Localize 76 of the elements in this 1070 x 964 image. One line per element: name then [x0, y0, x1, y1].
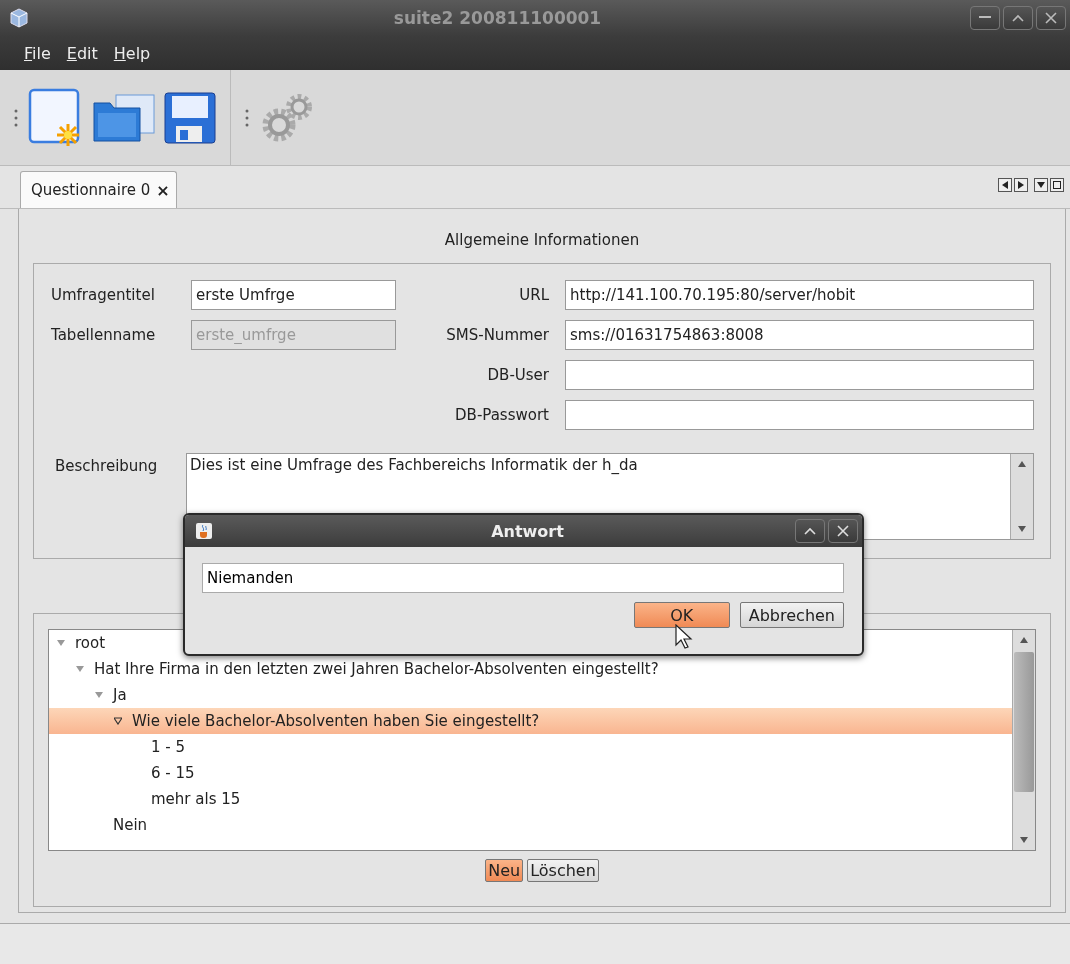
tab-label: Questionnaire 0	[31, 181, 151, 199]
field-label: DB-User	[486, 366, 550, 384]
scrollbar[interactable]	[1012, 630, 1035, 850]
tree-node-label: Wie viele Bachelor-Absolventen haben Sie eingestellt?	[132, 712, 540, 730]
tree-row[interactable]: 1 - 5	[49, 734, 1012, 760]
up-arrow-icon[interactable]	[1019, 635, 1029, 645]
tree-node-label: mehr als 15	[151, 790, 241, 808]
down-arrow-icon	[1037, 182, 1045, 188]
tree-row[interactable]: Ja	[49, 682, 1012, 708]
tree-node-label: Nein	[113, 816, 148, 834]
tree-node-label: 1 - 5	[151, 738, 186, 756]
tree-row[interactable]: Nein	[49, 812, 1012, 838]
tree-row[interactable]: root	[49, 630, 1012, 656]
close-button[interactable]	[1036, 6, 1066, 30]
tree-row[interactable]: mehr als 15	[49, 786, 1012, 812]
minimize-button[interactable]	[970, 6, 1000, 30]
text-field[interactable]: http://141.100.70.195:80/server/hobit	[565, 280, 1034, 310]
tree-node-label: Ja	[113, 686, 127, 704]
cube-icon	[10, 8, 28, 28]
field-label: Umfragentitel	[51, 286, 156, 304]
toolbar-grip-icon[interactable]	[245, 107, 249, 128]
selected-tree-row[interactable]: Wie viele Bachelor-Absolventen haben Sie eingestellt?	[49, 708, 1012, 734]
text-field[interactable]: sms://01631754863:8008	[565, 320, 1034, 350]
dialog-button[interactable]: Abbrechen	[739, 602, 844, 628]
text-field[interactable]	[565, 360, 1034, 390]
right-arrow-icon	[1018, 181, 1024, 189]
maximize-icon	[804, 527, 816, 535]
field-label: DB-Passwort	[454, 406, 550, 424]
maximize-icon	[1012, 14, 1024, 22]
menu-item[interactable]: Help	[113, 43, 151, 63]
menu-item[interactable]: Edit	[66, 43, 98, 63]
menu-item[interactable]: File	[24, 43, 51, 63]
minimize-icon	[979, 16, 991, 20]
close-icon	[837, 525, 849, 537]
open-folder-button[interactable]	[92, 92, 156, 143]
text-field[interactable]: erste Umfrge	[191, 280, 396, 310]
expanded-arrow-icon[interactable]	[114, 717, 122, 725]
button[interactable]: Löschen	[527, 859, 599, 882]
down-arrow-icon[interactable]	[1017, 524, 1027, 534]
maximize-button[interactable]	[795, 519, 825, 543]
maximize-panel-button[interactable]	[1050, 178, 1064, 192]
dialog-title: Antwort	[490, 521, 565, 541]
field-label: URL	[518, 286, 550, 304]
tree-node-label: Hat Ihre Firma in den letzten zwei Jahren Bachelor-Absolventen eingestellt?	[94, 660, 659, 678]
question-tree[interactable]: root Hat Ihre Firma in den letzten zwei Jahren Bachelor-Absolventen eingestellt? Ja Wie viele Bachelor-Absolventen haben Sie eingestellt? 1 - 5 6 - 15 mehr als 15 Nein	[48, 629, 1036, 851]
down-arrow-icon[interactable]	[1019, 835, 1029, 845]
tree-node-label: root	[75, 634, 106, 652]
button[interactable]: Neu	[485, 859, 524, 882]
tree-row[interactable]: Hat Ihre Firma in den letzten zwei Jahren Bachelor-Absolventen eingestellt?	[49, 656, 1012, 682]
maximize-button[interactable]	[1003, 6, 1033, 30]
close-icon	[1045, 12, 1057, 24]
tab-close-button[interactable]: ×	[156, 180, 170, 200]
tree-row[interactable]: 6 - 15	[49, 760, 1012, 786]
tab[interactable]: Questionnaire 0 ×	[20, 171, 177, 208]
scrollbar[interactable]	[1010, 454, 1033, 539]
java-cup-icon	[195, 522, 213, 540]
folder-icon	[92, 92, 156, 143]
text-field[interactable]	[565, 400, 1034, 430]
field-label: Beschreibung	[54, 456, 159, 477]
window-title: suite2 200811100001	[392, 8, 603, 28]
tab-list-button[interactable]	[1034, 178, 1048, 192]
save-button[interactable]	[164, 91, 216, 144]
square-icon	[1053, 181, 1061, 189]
mouse-pointer-icon	[675, 624, 693, 650]
scroll-right-button[interactable]	[1014, 178, 1028, 192]
field-label: Tabellenname	[51, 326, 157, 344]
scroll-left-button[interactable]	[998, 178, 1012, 192]
toolbar-grip-icon[interactable]	[14, 107, 18, 128]
tree-node-label: 6 - 15	[151, 764, 195, 782]
section-title: Allgemeine Informationen	[443, 231, 641, 249]
left-arrow-icon	[1002, 181, 1008, 189]
answer-field[interactable]: Niemanden	[202, 563, 844, 593]
field-label: SMS-Nummer	[445, 326, 550, 344]
up-arrow-icon[interactable]	[1017, 459, 1027, 469]
dialog-button[interactable]: OK	[633, 602, 730, 628]
close-button[interactable]	[828, 519, 858, 543]
